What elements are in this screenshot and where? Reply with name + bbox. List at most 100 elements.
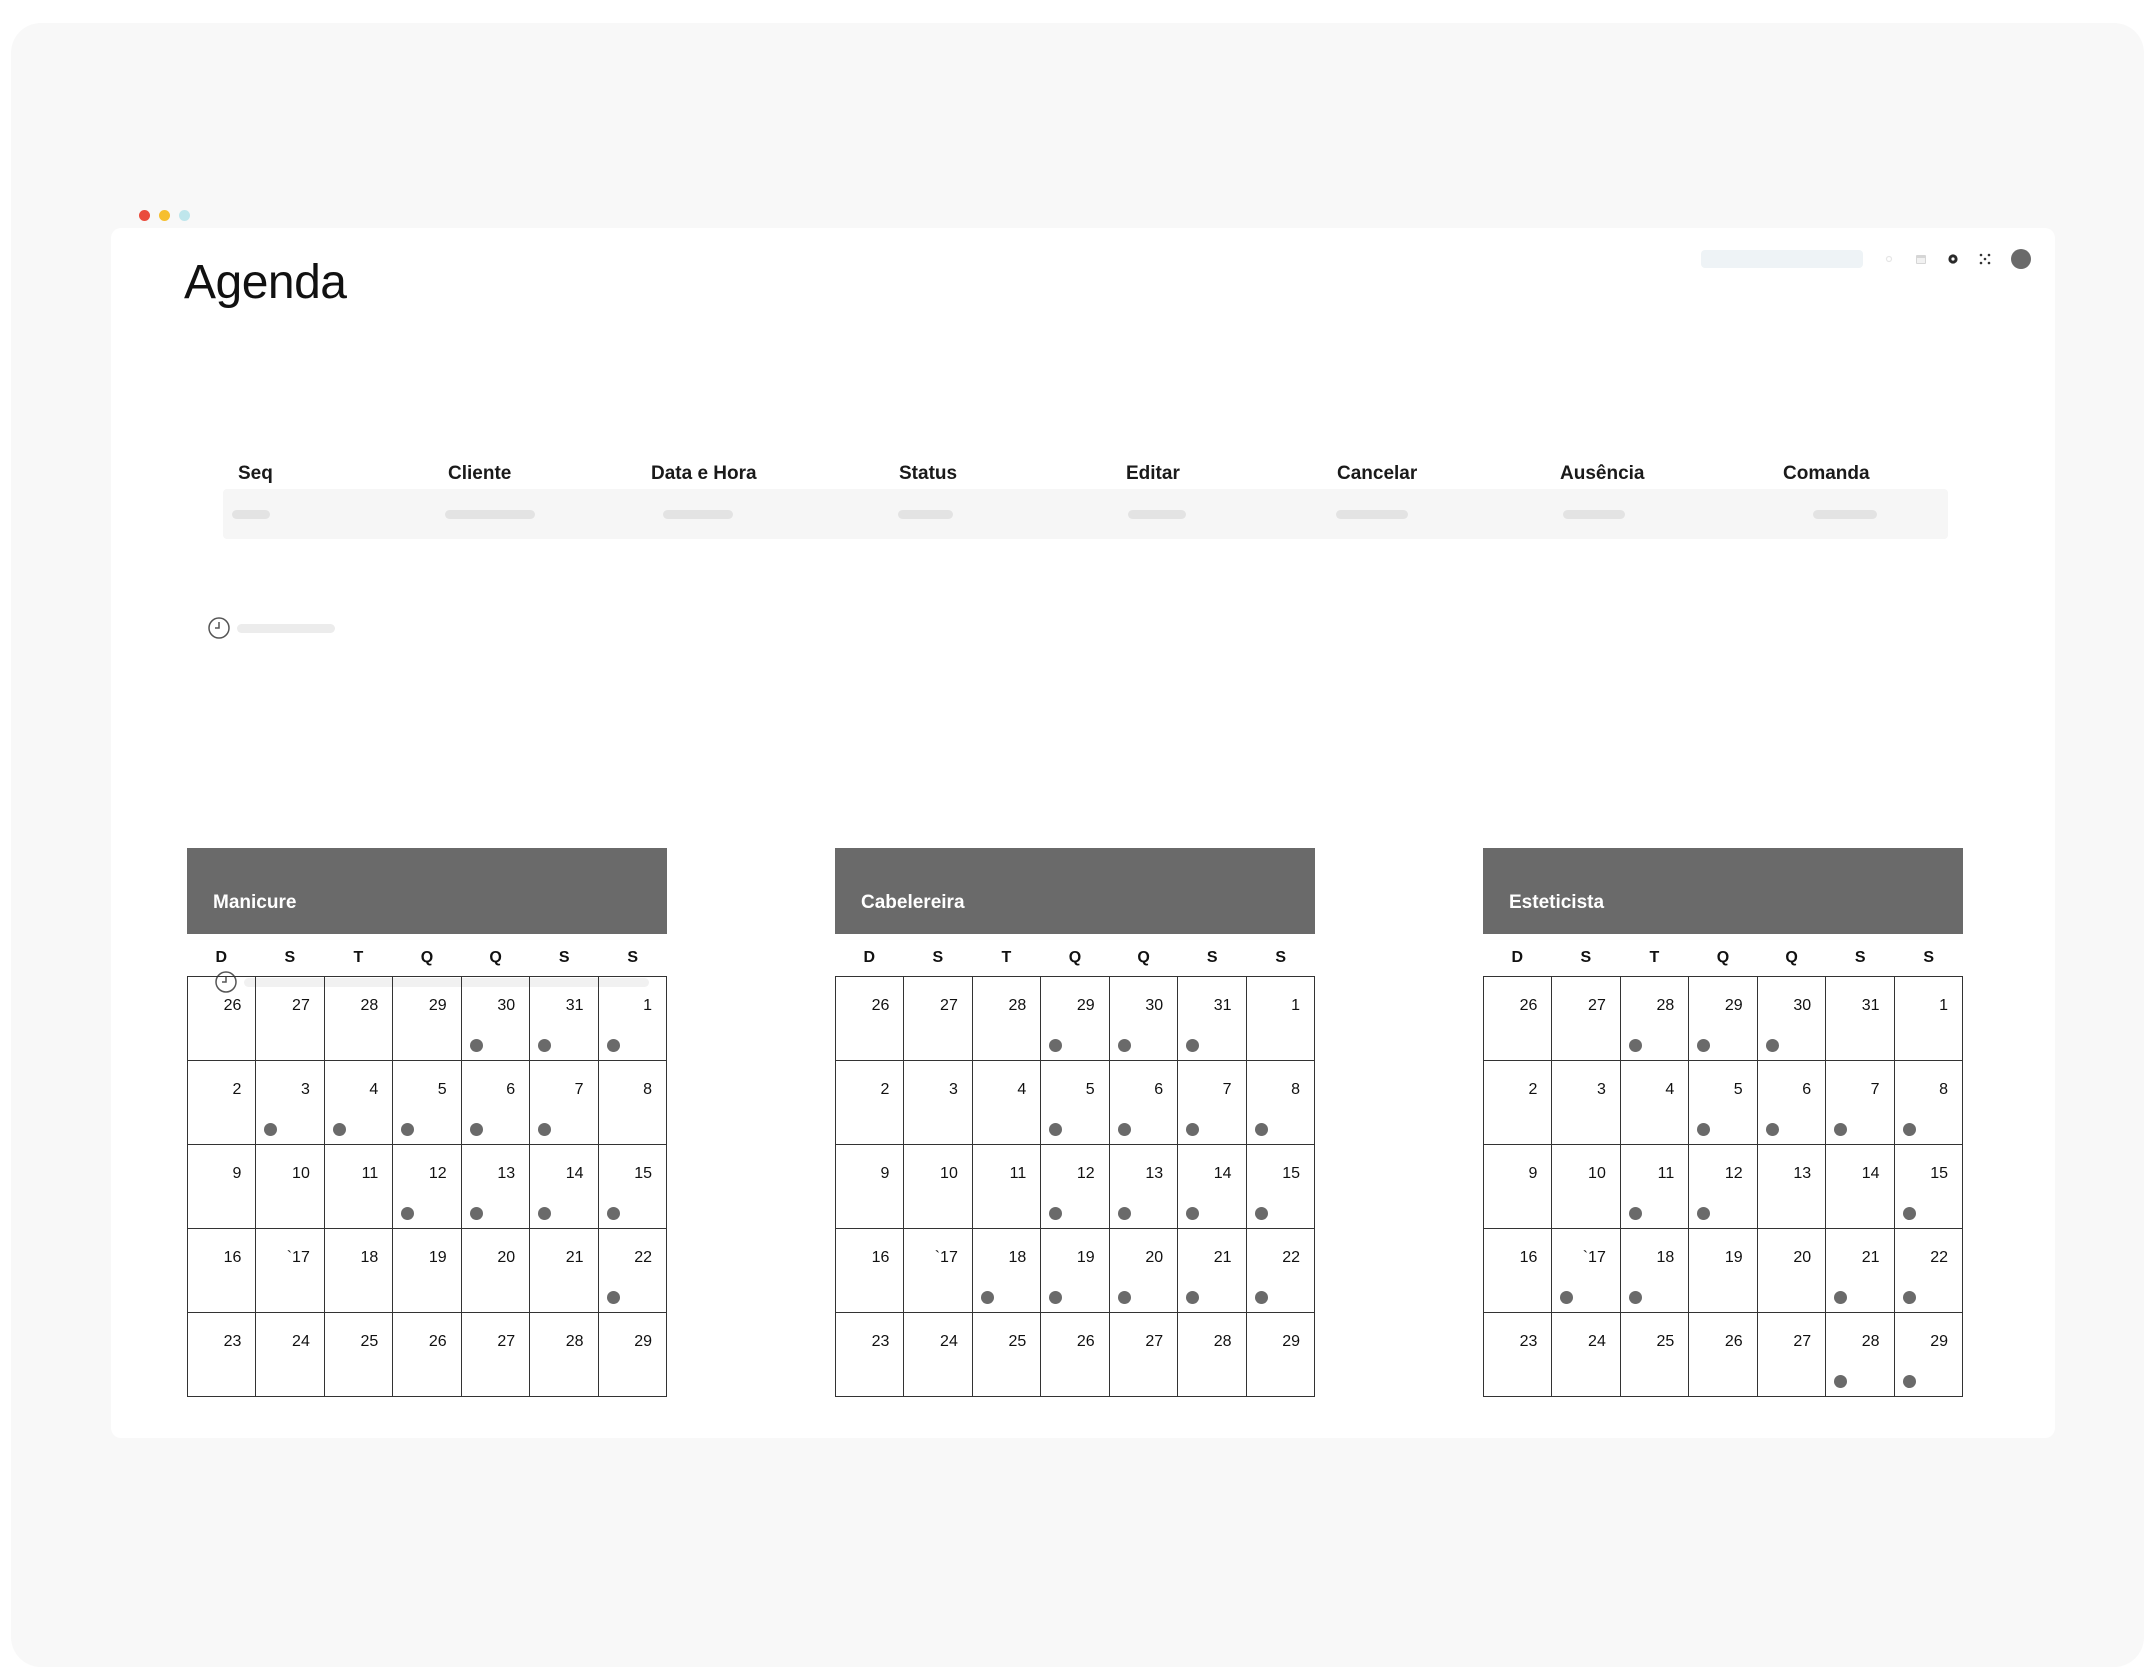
calendar-day[interactable]: 24 bbox=[1552, 1313, 1621, 1397]
calendar-day[interactable]: 16 bbox=[836, 1229, 905, 1313]
calendar-day[interactable]: 6 bbox=[1757, 1061, 1827, 1145]
avatar[interactable] bbox=[2011, 249, 2031, 269]
calendar-day[interactable]: 11 bbox=[1620, 1145, 1690, 1229]
calendar-day[interactable]: 29 bbox=[1041, 977, 1110, 1061]
calendar-day[interactable]: 6 bbox=[461, 1061, 531, 1145]
calendar-day[interactable]: 13 bbox=[461, 1145, 531, 1229]
calendar-day[interactable]: 20 bbox=[461, 1229, 531, 1313]
calendar-day[interactable]: 2 bbox=[1484, 1061, 1553, 1145]
calendar-day[interactable]: 12 bbox=[1689, 1145, 1758, 1229]
calendar-day[interactable]: 1 bbox=[598, 977, 667, 1061]
calendar-day[interactable]: `17 bbox=[904, 1229, 973, 1313]
calendar-day[interactable]: 18 bbox=[1620, 1229, 1690, 1313]
calendar-day[interactable]: 14 bbox=[1178, 1145, 1247, 1229]
calendar-day[interactable]: 16 bbox=[188, 1229, 257, 1313]
calendar-day[interactable]: 10 bbox=[256, 1145, 325, 1229]
calendar-day[interactable]: 30 bbox=[1757, 977, 1827, 1061]
calendar-day[interactable]: 22 bbox=[1894, 1229, 1963, 1313]
calendar-day[interactable]: 24 bbox=[904, 1313, 973, 1397]
calendar-day[interactable]: 16 bbox=[1484, 1229, 1553, 1313]
calendar-day[interactable]: 30 bbox=[461, 977, 531, 1061]
gear-icon[interactable] bbox=[1947, 253, 1959, 265]
calendar-day[interactable]: 28 bbox=[324, 977, 394, 1061]
calendar-day[interactable]: 27 bbox=[1109, 1313, 1179, 1397]
calendar-day[interactable]: 18 bbox=[972, 1229, 1042, 1313]
calendar-day[interactable]: 8 bbox=[1246, 1061, 1315, 1145]
calendar-day[interactable]: 22 bbox=[1246, 1229, 1315, 1313]
calendar-day[interactable]: 5 bbox=[393, 1061, 462, 1145]
calendar-day[interactable]: 25 bbox=[972, 1313, 1042, 1397]
calendar-day[interactable]: 26 bbox=[1041, 1313, 1110, 1397]
calendar-day[interactable]: 11 bbox=[972, 1145, 1042, 1229]
expand-icon[interactable] bbox=[1979, 253, 1991, 265]
calendar-day[interactable]: 15 bbox=[1246, 1145, 1315, 1229]
calendar-day[interactable]: 15 bbox=[598, 1145, 667, 1229]
calendar-day[interactable]: `17 bbox=[256, 1229, 325, 1313]
calendar-day[interactable]: 2 bbox=[188, 1061, 257, 1145]
calendar-day[interactable]: 13 bbox=[1757, 1145, 1827, 1229]
calendar-day[interactable]: 27 bbox=[461, 1313, 531, 1397]
calendar-day[interactable]: 26 bbox=[1484, 977, 1553, 1061]
calendar-day[interactable]: 3 bbox=[256, 1061, 325, 1145]
calendar-day[interactable]: 25 bbox=[324, 1313, 394, 1397]
calendar-day[interactable]: 29 bbox=[1894, 1313, 1963, 1397]
calendar-day[interactable]: 19 bbox=[1689, 1229, 1758, 1313]
calendar-day[interactable]: 5 bbox=[1041, 1061, 1110, 1145]
calendar-day[interactable]: 29 bbox=[1246, 1313, 1315, 1397]
calendar-day[interactable]: 27 bbox=[1757, 1313, 1827, 1397]
calendar-day[interactable]: 7 bbox=[1178, 1061, 1247, 1145]
calendar-icon[interactable] bbox=[1915, 253, 1927, 265]
calendar-day[interactable]: 29 bbox=[598, 1313, 667, 1397]
calendar-day[interactable]: 12 bbox=[1041, 1145, 1110, 1229]
calendar-day[interactable]: 27 bbox=[1552, 977, 1621, 1061]
calendar-day[interactable]: 25 bbox=[1620, 1313, 1690, 1397]
calendar-day[interactable]: 28 bbox=[1178, 1313, 1247, 1397]
calendar-day[interactable]: 3 bbox=[1552, 1061, 1621, 1145]
calendar-day[interactable]: 7 bbox=[1826, 1061, 1895, 1145]
calendar-day[interactable]: 3 bbox=[904, 1061, 973, 1145]
calendar-day[interactable]: 2 bbox=[836, 1061, 905, 1145]
calendar-day[interactable]: 9 bbox=[188, 1145, 257, 1229]
calendar-day[interactable]: 7 bbox=[530, 1061, 599, 1145]
calendar-day[interactable]: 9 bbox=[836, 1145, 905, 1229]
calendar-day[interactable]: 4 bbox=[1620, 1061, 1690, 1145]
maximize-window-button[interactable] bbox=[179, 210, 190, 221]
calendar-day[interactable]: 26 bbox=[393, 1313, 462, 1397]
calendar-day[interactable]: 8 bbox=[1894, 1061, 1963, 1145]
calendar-day[interactable]: 29 bbox=[393, 977, 462, 1061]
calendar-day[interactable]: 12 bbox=[393, 1145, 462, 1229]
calendar-day[interactable]: 22 bbox=[598, 1229, 667, 1313]
calendar-day[interactable]: 6 bbox=[1109, 1061, 1179, 1145]
close-window-button[interactable] bbox=[139, 210, 150, 221]
calendar-day[interactable]: 27 bbox=[904, 977, 973, 1061]
calendar-day[interactable]: 20 bbox=[1757, 1229, 1827, 1313]
calendar-day[interactable]: 21 bbox=[1826, 1229, 1895, 1313]
calendar-day[interactable]: 23 bbox=[1484, 1313, 1553, 1397]
calendar-day[interactable]: 28 bbox=[530, 1313, 599, 1397]
calendar-day[interactable]: 18 bbox=[324, 1229, 394, 1313]
calendar-day[interactable]: 21 bbox=[530, 1229, 599, 1313]
calendar-day[interactable]: 8 bbox=[598, 1061, 667, 1145]
calendar-day[interactable]: 31 bbox=[530, 977, 599, 1061]
minimize-window-button[interactable] bbox=[159, 210, 170, 221]
calendar-day[interactable]: 26 bbox=[1689, 1313, 1758, 1397]
calendar-day[interactable]: 26 bbox=[836, 977, 905, 1061]
calendar-day[interactable]: 30 bbox=[1109, 977, 1179, 1061]
calendar-day[interactable]: 4 bbox=[324, 1061, 394, 1145]
search-input[interactable] bbox=[1701, 250, 1863, 268]
calendar-day[interactable]: 5 bbox=[1689, 1061, 1758, 1145]
calendar-day[interactable]: 29 bbox=[1689, 977, 1758, 1061]
calendar-day[interactable]: 26 bbox=[188, 977, 257, 1061]
calendar-day[interactable]: 24 bbox=[256, 1313, 325, 1397]
sun-icon[interactable] bbox=[1883, 253, 1895, 265]
calendar-day[interactable]: 14 bbox=[530, 1145, 599, 1229]
calendar-day[interactable]: 13 bbox=[1109, 1145, 1179, 1229]
calendar-day[interactable]: `17 bbox=[1552, 1229, 1621, 1313]
calendar-day[interactable]: 23 bbox=[188, 1313, 257, 1397]
calendar-day[interactable]: 1 bbox=[1246, 977, 1315, 1061]
calendar-day[interactable]: 20 bbox=[1109, 1229, 1179, 1313]
calendar-day[interactable]: 10 bbox=[904, 1145, 973, 1229]
calendar-day[interactable]: 19 bbox=[393, 1229, 462, 1313]
calendar-day[interactable]: 15 bbox=[1894, 1145, 1963, 1229]
calendar-day[interactable]: 14 bbox=[1826, 1145, 1895, 1229]
